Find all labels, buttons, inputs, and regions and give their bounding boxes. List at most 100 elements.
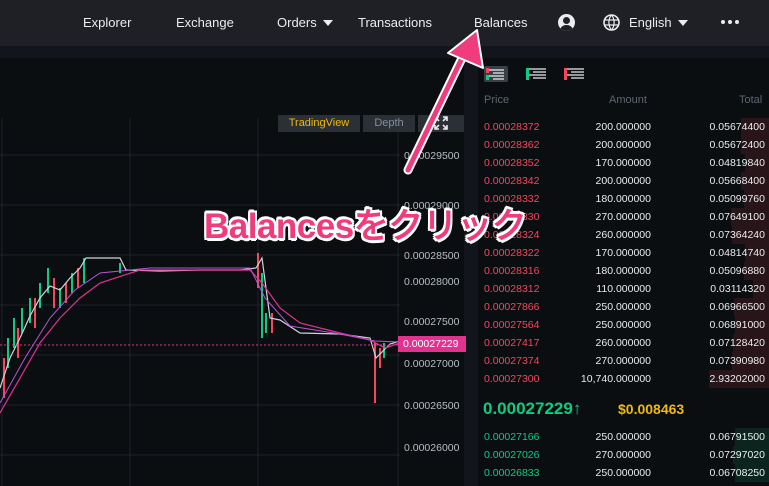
cell-price: 0.00028316	[484, 265, 540, 277]
tab-tradingview[interactable]: TradingView	[278, 115, 360, 132]
orderbook-row[interactable]: 0.00027166 250.000000 0.06791500	[478, 428, 769, 446]
fullscreen-button[interactable]	[418, 115, 464, 132]
y-tick: 0.00028000	[404, 276, 460, 288]
cell-price: 0.00028362	[484, 139, 540, 151]
nav-explorer[interactable]: Explorer	[83, 0, 131, 46]
cell-price: 0.00028352	[484, 157, 540, 169]
last-price-bar: 0.00027229↑ $0.008463	[478, 393, 769, 425]
y-tick: 0.00026000	[404, 442, 460, 454]
cell-total: 0.06966500	[709, 301, 765, 313]
cell-total: 0.05674400	[709, 121, 765, 133]
orderbook-row[interactable]: 0.00027866 250.000000 0.06966500	[478, 298, 769, 316]
chevron-down-icon	[322, 19, 333, 26]
globe-icon[interactable]	[603, 14, 620, 31]
cell-total: 0.03114320	[710, 283, 765, 295]
top-nav: Explorer Exchange Orders Transactions Ba…	[0, 0, 769, 46]
cell-total: 0.06891000	[709, 319, 765, 331]
orderbook-asks-icon[interactable]	[562, 66, 586, 82]
cell-total: 0.07649100	[709, 211, 765, 223]
tab-depth[interactable]: Depth	[363, 115, 415, 132]
more-icon[interactable]	[721, 20, 741, 26]
cell-amount: 260.000000	[595, 337, 651, 349]
cell-total: 0.05672400	[709, 139, 765, 151]
cell-amount: 250.000000	[595, 431, 651, 443]
cell-price: 0.00027026	[484, 449, 540, 461]
orderbook-both-icon[interactable]	[484, 66, 508, 82]
cell-total: 2.93202000	[709, 373, 765, 385]
current-price-tag: 0.00027229	[398, 336, 466, 352]
orderbook-row[interactable]: 0.00027374 270.000000 0.07390980	[478, 352, 769, 370]
orderbook-row[interactable]: 0.00027417 260.000000 0.07128420	[478, 334, 769, 352]
header-amount: Amount	[609, 94, 647, 106]
cell-price: 0.00028372	[484, 121, 540, 133]
cell-price: 0.00027166	[484, 431, 540, 443]
cell-price: 0.00026833	[484, 467, 540, 479]
cell-amount: 10,740.000000	[580, 373, 651, 385]
last-price-usd: $0.008463	[618, 401, 685, 417]
nav-balances[interactable]: Balances	[474, 0, 527, 46]
language-select[interactable]: English	[629, 0, 688, 46]
orderbook-row[interactable]: 0.00028362 200.000000 0.05672400	[478, 136, 769, 154]
cell-total: 0.04819840	[709, 157, 765, 169]
cell-amount: 250.000000	[595, 467, 651, 479]
header-total: Total	[739, 94, 763, 106]
orderbook-row[interactable]: 0.00028312 110.000000 0.03114320	[478, 280, 769, 298]
cell-amount: 250.000000	[595, 301, 651, 313]
cell-amount: 110.000000	[596, 283, 651, 295]
orderbook-row[interactable]: 0.00027026 270.000000 0.07297020	[478, 446, 769, 464]
cell-total: 0.05096880	[709, 265, 765, 277]
cell-total: 0.07390980	[709, 355, 765, 367]
cell-total: 0.07364240	[709, 229, 765, 241]
cell-price: 0.00027374	[484, 355, 540, 367]
cell-total: 0.06708250	[709, 467, 765, 479]
cell-total: 0.07128420	[709, 337, 765, 349]
expand-icon	[434, 116, 448, 130]
nav-orders-label: Orders	[277, 15, 317, 30]
cell-amount: 170.000000	[595, 247, 651, 259]
orderbook-bids-icon[interactable]	[524, 66, 548, 82]
y-tick: 0.00029500	[404, 150, 460, 162]
cell-total: 0.05099760	[709, 193, 765, 205]
cell-amount: 260.000000	[595, 229, 651, 241]
orderbook-row[interactable]: 0.00027300 10,740.000000 2.93202000	[478, 370, 769, 388]
cell-total: 0.06791500	[709, 431, 765, 443]
orderbook-row[interactable]: 0.00028342 200.000000 0.05668400	[478, 172, 769, 190]
cell-amount: 180.000000	[595, 265, 651, 277]
orderbook-row[interactable]: 0.00026833 250.000000 0.06708250	[478, 464, 769, 482]
cell-amount: 170.000000	[595, 157, 651, 169]
last-price: 0.00027229↑	[483, 399, 582, 418]
cell-amount: 270.000000	[595, 211, 651, 223]
cell-total: 0.05668400	[709, 175, 765, 187]
y-tick: 0.00028500	[404, 250, 460, 262]
cell-price: 0.00028312	[484, 283, 540, 295]
cell-amount: 270.000000	[595, 355, 651, 367]
chevron-down-icon	[677, 19, 688, 26]
cell-amount: 200.000000	[595, 139, 651, 151]
cell-price: 0.00027417	[484, 337, 540, 349]
cell-amount: 200.000000	[595, 175, 651, 187]
user-icon[interactable]	[558, 14, 575, 31]
cell-amount: 270.000000	[595, 449, 651, 461]
cell-amount: 200.000000	[595, 121, 651, 133]
orderbook-row[interactable]: 0.00028316 180.000000 0.05096880	[478, 262, 769, 280]
cell-total: 0.07297020	[709, 449, 765, 461]
cell-price: 0.00027300	[484, 373, 540, 385]
orderbook-row[interactable]: 0.00028352 170.000000 0.04819840	[478, 154, 769, 172]
nav-exchange[interactable]: Exchange	[176, 0, 234, 46]
cell-amount: 180.000000	[595, 193, 651, 205]
cell-amount: 250.000000	[595, 319, 651, 331]
orderbook-row[interactable]: 0.00028372 200.000000 0.05674400	[478, 118, 769, 136]
cell-price: 0.00027564	[484, 319, 540, 331]
nav-transactions[interactable]: Transactions	[358, 0, 432, 46]
cell-total: 0.04814740	[709, 247, 765, 259]
annotation-text: Balancesをクリック	[204, 207, 527, 246]
language-label: English	[629, 15, 672, 30]
y-tick: 0.00026500	[404, 400, 460, 412]
header-price: Price	[484, 94, 510, 106]
orderbook-row[interactable]: 0.00027564 250.000000 0.06891000	[478, 316, 769, 334]
cell-price: 0.00027866	[484, 301, 540, 313]
cell-price: 0.00028342	[484, 175, 540, 187]
y-tick: 0.00027000	[404, 358, 460, 370]
nav-orders[interactable]: Orders	[277, 0, 333, 46]
y-tick: 0.00027500	[404, 316, 460, 328]
